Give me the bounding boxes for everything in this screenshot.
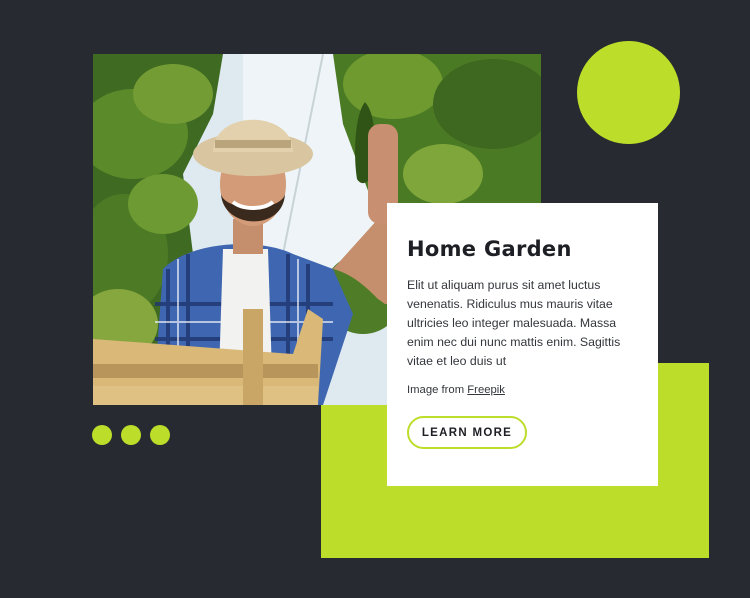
learn-more-button[interactable]: LEARN MORE [407,416,527,449]
freepik-link[interactable]: Freepik [467,384,505,396]
content-card: Home Garden Elit ut aliquam purus sit am… [387,203,658,486]
dot-1[interactable] [92,425,112,445]
dot-3[interactable] [150,425,170,445]
decorative-circle [577,41,680,144]
card-title: Home Garden [407,237,572,261]
dot-2[interactable] [121,425,141,445]
image-credit-prefix: Image from [407,384,468,396]
pagination-dots [92,425,170,445]
card-body-text: Elit ut aliquam purus sit amet luctus ve… [407,278,621,368]
page: Home Garden Elit ut aliquam purus sit am… [0,0,750,598]
image-credit: Image from Freepik [407,384,638,396]
